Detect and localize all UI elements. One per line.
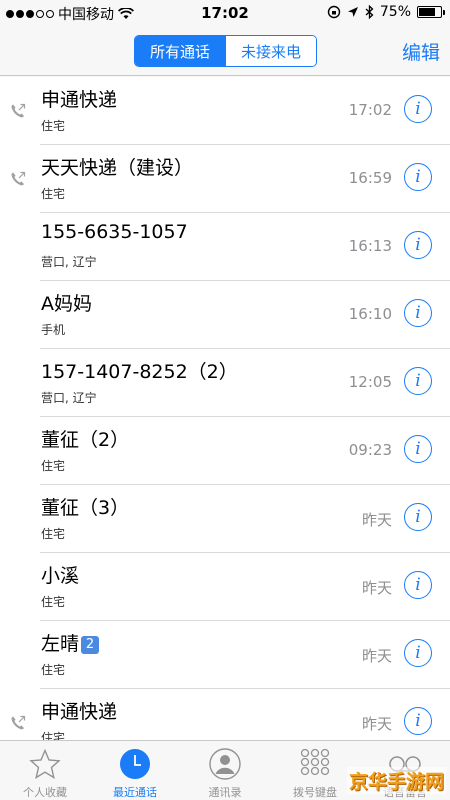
info-icon[interactable]: i	[404, 707, 432, 735]
caller-label: 住宅	[41, 119, 66, 133]
call-time: 17:02	[348, 101, 392, 119]
call-row[interactable]: A妈妈手机 16:10 i	[40, 281, 450, 349]
emoji-badge: 2	[81, 636, 100, 654]
caller-label: 住宅	[41, 731, 66, 740]
call-time: 16:13	[348, 237, 392, 255]
star-icon	[28, 747, 62, 781]
call-row[interactable]: 左晴 2 住宅 昨天 i	[40, 621, 450, 689]
caller-name: 董征（3）	[41, 497, 130, 519]
caller-label: 住宅	[41, 187, 66, 201]
outgoing-call-icon	[11, 715, 26, 730]
tab-recents[interactable]: 最近通话	[90, 741, 180, 800]
caller-label: 住宅	[41, 663, 66, 677]
call-row[interactable]: 董征（3） 住宅 昨天 i	[40, 485, 450, 553]
caller-label: 手机	[41, 323, 66, 337]
keypad-icon	[298, 747, 332, 781]
info-icon[interactable]: i	[404, 367, 432, 395]
tab-label: 拨号键盘	[293, 786, 337, 799]
caller-label: 营口, 辽宁	[41, 391, 97, 405]
edit-button[interactable]: 编辑	[402, 38, 440, 65]
bluetooth-icon	[365, 5, 374, 19]
info-icon[interactable]: i	[404, 571, 432, 599]
caller-name: 左晴 2	[41, 629, 100, 656]
caller-label: 住宅	[41, 459, 66, 473]
tab-label: 个人收藏	[23, 786, 67, 799]
caller-label: 住宅	[41, 527, 66, 541]
call-time: 昨天	[361, 647, 392, 665]
call-row[interactable]: 申通快递住宅 昨天 i	[11, 689, 450, 740]
battery-percent: 75%	[379, 4, 411, 20]
caller-name: 申通快递	[41, 701, 118, 723]
call-time: 昨天	[361, 579, 392, 597]
call-time: 昨天	[361, 715, 392, 733]
info-icon[interactable]: i	[404, 95, 432, 123]
call-row[interactable]: 申通快递住宅 17:02 i	[11, 77, 450, 145]
battery-icon	[417, 6, 445, 18]
call-row[interactable]: 小溪住宅 昨天 i	[40, 553, 450, 621]
contact-icon	[208, 747, 242, 781]
call-time: 09:23	[348, 441, 392, 459]
call-row[interactable]: 157-1407-8252（2） 营口, 辽宁 12:05 i	[40, 349, 450, 417]
tab-label: 最近通话	[113, 786, 157, 799]
call-time: 16:10	[348, 305, 392, 323]
call-time: 昨天	[361, 511, 392, 529]
orientation-lock-icon	[327, 5, 341, 19]
status-bar: 中国移动 17:02 75%	[0, 0, 450, 26]
outgoing-call-icon	[11, 171, 26, 186]
call-row[interactable]: 155-6635-1057 营口, 辽宁 16:13 i	[40, 213, 450, 281]
info-icon[interactable]: i	[404, 299, 432, 327]
watermark: 京华手游网	[346, 767, 446, 794]
nav-bar: 所有通话 未接来电 编辑	[0, 26, 450, 76]
call-row[interactable]: 董征（2） 住宅 09:23 i	[40, 417, 450, 485]
caller-name: 155-6635-1057	[41, 221, 188, 243]
caller-name: 天天快递（建设）	[41, 157, 194, 179]
call-filter-segmented-control: 所有通话 未接来电	[134, 35, 317, 67]
info-icon[interactable]: i	[404, 639, 432, 667]
caller-label: 住宅	[41, 595, 66, 609]
info-icon[interactable]: i	[404, 231, 432, 259]
info-icon[interactable]: i	[404, 435, 432, 463]
tab-favorites[interactable]: 个人收藏	[0, 741, 90, 800]
info-icon[interactable]: i	[404, 163, 432, 191]
caller-name: 董征（2）	[41, 429, 130, 451]
caller-name: A妈妈	[41, 293, 92, 315]
status-right: 75%	[327, 4, 445, 20]
call-time: 12:05	[348, 373, 392, 391]
tab-label: 通讯录	[208, 786, 242, 799]
caller-name: 157-1407-8252（2）	[41, 361, 238, 383]
caller-name: 申通快递	[41, 89, 118, 111]
info-icon[interactable]: i	[404, 503, 432, 531]
location-icon	[347, 7, 358, 17]
clock-icon	[118, 747, 152, 781]
caller-label: 营口, 辽宁	[41, 255, 97, 269]
tab-contacts[interactable]: 通讯录	[180, 741, 270, 800]
recent-calls-list: 申通快递 住宅 17:02 i 天天快递（建设） 住宅 16:59 i 155-6635-105…	[0, 77, 450, 740]
caller-name: 小溪	[41, 565, 80, 587]
segment-all-calls[interactable]: 所有通话	[135, 36, 225, 66]
outgoing-call-icon	[11, 103, 26, 118]
segment-missed-calls[interactable]: 未接来电	[225, 36, 316, 66]
call-row[interactable]: 天天快递（建设） 住宅 16:59 i	[11, 145, 450, 213]
call-time: 16:59	[348, 169, 392, 187]
